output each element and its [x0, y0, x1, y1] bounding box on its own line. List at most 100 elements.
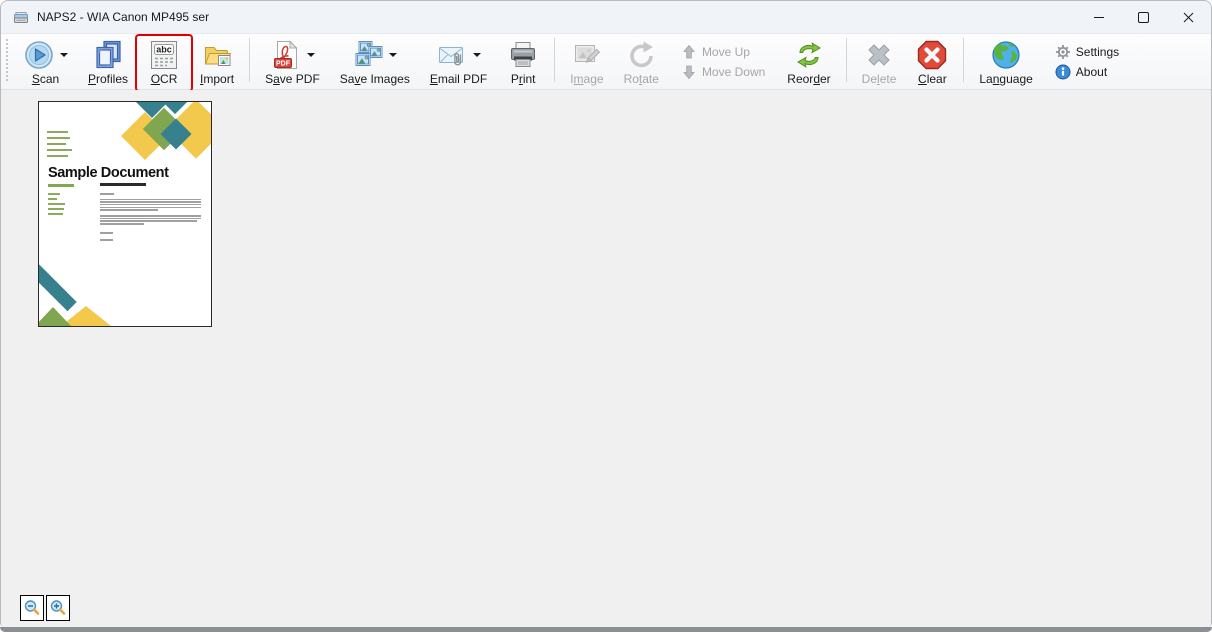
svg-text:PDF: PDF — [276, 61, 291, 68]
ocr-label: OCR — [150, 72, 178, 86]
greeked-text-line — [100, 193, 114, 195]
greeked-text-line — [100, 223, 144, 225]
greeked-text-line — [100, 203, 201, 206]
titlebar: NAPS2 - WIA Canon MP495 ser — [1, 1, 1211, 34]
greeked-text-line — [48, 208, 64, 210]
email-pdf-button[interactable]: Email PDF — [420, 37, 497, 89]
save-pdf-icon: PDF — [270, 39, 302, 71]
about-icon — [1055, 64, 1071, 80]
save-pdf-button[interactable]: PDF Save PDF — [255, 37, 330, 89]
minimize-button[interactable] — [1076, 1, 1121, 33]
scan-label: Scan — [31, 72, 60, 86]
dropdown-arrow[interactable] — [473, 53, 481, 57]
print-button[interactable]: Print — [497, 37, 549, 89]
decor-rule — [48, 184, 74, 187]
profiles-icon — [92, 39, 124, 71]
dropdown-arrow[interactable] — [306, 53, 315, 57]
document-title: Sample Document — [48, 165, 169, 181]
image-label: Image — [570, 72, 604, 86]
delete-button: Delete — [852, 37, 907, 89]
svg-text:abc: abc — [156, 45, 172, 55]
clear-icon — [916, 39, 948, 71]
reorder-button[interactable]: Reorder — [777, 37, 840, 89]
greeked-text-line — [47, 137, 70, 139]
greeked-text-line — [100, 198, 201, 201]
toolbar-grip[interactable] — [5, 39, 9, 81]
toolbar-separator — [554, 38, 556, 82]
print-label: Print — [510, 72, 536, 86]
toolbar-stack: Move Up Move Down — [669, 37, 777, 86]
language-icon — [990, 39, 1022, 71]
about-label: About — [1075, 65, 1108, 79]
delete-label: Delete — [861, 72, 897, 86]
toolbar: Scan Profiles abc OCR Import PDF Save PDF Save … — [1, 34, 1211, 92]
move-down-button: Move Down — [677, 63, 769, 81]
zoom-out-button[interactable] — [20, 595, 44, 621]
move-down-icon — [681, 64, 697, 80]
settings-label: Settings — [1075, 45, 1120, 59]
print-icon — [507, 39, 539, 71]
toolbar-separator — [845, 38, 847, 82]
window-controls — [1076, 1, 1211, 33]
import-icon — [201, 39, 233, 71]
language-label: Language — [979, 72, 1033, 86]
scan-button[interactable]: Scan — [13, 37, 78, 89]
window-bottom-edge — [0, 627, 1212, 632]
scanned-page-thumbnail[interactable]: Sample Document — [38, 101, 212, 327]
toolbar-stack: Settings About — [1043, 37, 1131, 86]
rotate-icon — [625, 39, 657, 71]
save-images-button[interactable]: Save Images — [330, 37, 420, 89]
image-icon — [571, 39, 603, 71]
zoom-in-icon — [49, 599, 67, 617]
maximize-icon — [1138, 11, 1149, 23]
about-button[interactable]: About — [1051, 63, 1123, 81]
profiles-button[interactable]: Profiles — [78, 37, 138, 89]
move-up-button: Move Up — [677, 43, 769, 61]
greeked-text-line — [100, 215, 201, 217]
move-up-label: Move Up — [701, 45, 750, 59]
save-images-label: Save Images — [339, 72, 410, 86]
ocr-button[interactable]: abc OCR — [135, 34, 194, 92]
zoom-out-icon — [23, 599, 41, 617]
move-down-label: Move Down — [701, 65, 766, 79]
ocr-icon: abc — [148, 39, 180, 71]
import-button[interactable]: Import — [190, 37, 244, 89]
scan-icon — [23, 39, 55, 71]
greeked-text-line — [100, 232, 113, 234]
settings-button[interactable]: Settings — [1051, 43, 1123, 61]
greeked-text-line — [47, 143, 66, 145]
save-pdf-label: Save PDF — [265, 72, 320, 86]
image-button: Image — [560, 37, 613, 89]
email-pdf-icon — [436, 39, 468, 71]
greeked-text-line — [48, 203, 65, 205]
clear-button[interactable]: Clear — [906, 37, 958, 89]
clear-label: Clear — [918, 72, 947, 86]
decor-triangle — [39, 307, 71, 326]
reorder-icon — [793, 39, 825, 71]
toolbar-separator — [963, 38, 965, 82]
close-icon — [1183, 12, 1194, 23]
thumbnail-zoom-controls — [20, 595, 70, 621]
scanner-icon — [13, 9, 29, 25]
greeked-text-line — [100, 217, 201, 220]
dropdown-arrow[interactable] — [60, 53, 68, 57]
rotate-button: Rotate — [614, 37, 669, 89]
greeked-text-line — [48, 198, 57, 200]
zoom-in-button[interactable] — [46, 595, 70, 621]
rotate-label: Rotate — [623, 72, 659, 86]
import-label: Import — [200, 72, 235, 86]
settings-icon — [1055, 44, 1071, 60]
close-button[interactable] — [1166, 1, 1211, 33]
window-title: NAPS2 - WIA Canon MP495 ser — [37, 10, 210, 24]
greeked-text-line — [100, 201, 201, 203]
greeked-text-line — [47, 149, 72, 151]
language-button[interactable]: Language — [969, 37, 1042, 89]
minimize-icon — [1093, 16, 1104, 18]
toolbar-separator — [249, 38, 251, 82]
dropdown-arrow[interactable] — [389, 53, 398, 57]
maximize-button[interactable] — [1121, 1, 1166, 33]
move-up-icon — [681, 44, 697, 60]
greeked-text-line — [47, 131, 68, 133]
reorder-label: Reorder — [787, 72, 831, 86]
greeked-text-line — [47, 155, 68, 157]
